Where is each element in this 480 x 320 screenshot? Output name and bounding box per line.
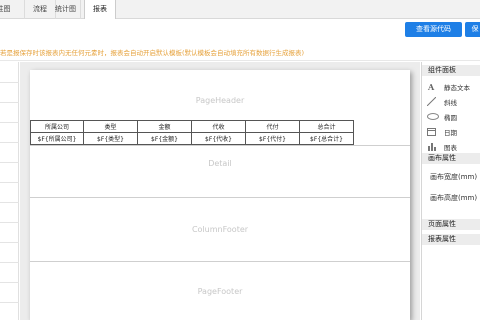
component-ellipse[interactable]: 椭圆 xyxy=(422,110,480,123)
component-static-text[interactable]: A 静态文本 xyxy=(422,80,480,93)
detail-band[interactable]: Detail xyxy=(30,146,410,198)
tab-attribute-graph[interactable]: 属性图 xyxy=(0,0,25,19)
table-field-cell[interactable]: $F{类型} xyxy=(83,132,138,145)
right-sidebar: 组件面板 A 静态文本 斜线 椭圆 日期 图表 画布属性 画布宽度(mm) 画布… xyxy=(421,62,480,320)
tab-label: 流程 xyxy=(33,5,47,13)
left-panel-divider xyxy=(0,82,19,83)
view-source-label: 查看源代码 xyxy=(416,25,451,33)
ellipse-icon xyxy=(427,112,439,121)
report-page[interactable]: PageHeader 所属公司 类型 金额 代收 代付 总合计 $F{所属公司}… xyxy=(30,70,410,320)
table-header-cell[interactable]: 所属公司 xyxy=(30,120,84,133)
warning-text: 若是报保存时该报表内无任何元素时，报表会自动开启默认模板(默认模板会自动填充所有… xyxy=(0,49,305,57)
canvas-height-label: 画布高度(mm) xyxy=(430,194,478,202)
table-header-cell[interactable]: 代付 xyxy=(245,120,300,133)
component-date[interactable]: 日期 xyxy=(422,125,480,138)
page-header-band[interactable]: PageHeader 所属公司 类型 金额 代收 代付 总合计 $F{所属公司}… xyxy=(30,70,410,146)
table-field-cell[interactable]: $F{所属公司} xyxy=(30,132,84,145)
table-field-cell[interactable]: $F{代付} xyxy=(245,132,300,145)
left-panel-divider xyxy=(0,182,19,183)
tab-statistics-chart[interactable]: 统计图 xyxy=(51,0,81,19)
static-text-icon: A xyxy=(427,82,436,92)
column-footer-label: ColumnFooter xyxy=(191,225,249,234)
canvas-properties-header[interactable]: 画布属性 xyxy=(422,153,480,164)
left-panel-divider xyxy=(0,242,19,243)
left-panel-divider xyxy=(0,262,19,263)
left-panel-divider xyxy=(0,102,19,103)
left-panel-divider xyxy=(0,122,19,123)
date-icon xyxy=(427,127,436,136)
tab-label: 统计图 xyxy=(55,5,76,13)
component-label: 图表 xyxy=(444,144,457,152)
left-panel-divider xyxy=(0,142,19,143)
table-header-cell[interactable]: 类型 xyxy=(83,120,138,133)
tab-label: 报表 xyxy=(93,5,107,13)
components-panel-header[interactable]: 组件面板 xyxy=(422,65,480,76)
left-panel-divider xyxy=(0,302,19,303)
tab-bar: 属性图 流程 统计图 报表 xyxy=(0,0,480,20)
view-source-button[interactable]: 查看源代码 xyxy=(405,22,462,37)
table-field-cell[interactable]: $F{总合计} xyxy=(299,132,354,145)
component-label: 静态文本 xyxy=(444,84,470,92)
report-table[interactable]: 所属公司 类型 金额 代收 代付 总合计 $F{所属公司} $F{类型} $F{… xyxy=(30,120,354,145)
page-properties-header[interactable]: 页面属性 xyxy=(422,219,480,230)
component-diagonal-line[interactable]: 斜线 xyxy=(422,95,480,108)
table-header-cell[interactable]: 代收 xyxy=(191,120,246,133)
save-button[interactable]: 保 xyxy=(465,22,480,37)
component-chart[interactable]: 图表 xyxy=(422,140,480,153)
table-header-cell[interactable]: 总合计 xyxy=(299,120,354,133)
warning-notice: 若是报保存时该报表内无任何元素时，报表会自动开启默认模板(默认模板会自动填充所有… xyxy=(0,40,480,61)
left-panel-divider xyxy=(0,282,19,283)
save-label: 保 xyxy=(471,25,479,33)
component-label: 椭圆 xyxy=(444,114,457,122)
diagonal-line-icon xyxy=(426,96,437,107)
left-panel-divider xyxy=(0,162,19,163)
chart-icon xyxy=(427,142,436,151)
report-properties-header[interactable]: 报表属性 xyxy=(422,234,480,245)
tab-label: 属性图 xyxy=(0,5,11,13)
tab-report[interactable]: 报表 xyxy=(84,0,116,20)
canvas-width-label: 画布宽度(mm) xyxy=(430,173,478,181)
table-header-cell[interactable]: 金额 xyxy=(137,120,192,133)
table-field-cell[interactable]: $F{金额} xyxy=(137,132,192,145)
component-label: 斜线 xyxy=(444,99,457,107)
table-header-row: 所属公司 类型 金额 代收 代付 总合计 xyxy=(30,120,354,133)
svg-text:A: A xyxy=(427,82,435,91)
detail-label: Detail xyxy=(208,159,232,168)
page-header-label: PageHeader xyxy=(195,96,245,105)
column-footer-band[interactable]: ColumnFooter xyxy=(30,198,410,262)
left-panel-divider xyxy=(0,202,19,203)
table-field-cell[interactable]: $F{代收} xyxy=(191,132,246,145)
page-footer-label: PageFooter xyxy=(197,287,243,296)
component-label: 日期 xyxy=(444,129,457,137)
page-footer-band[interactable]: PageFooter xyxy=(30,262,410,320)
left-panel xyxy=(0,62,19,320)
left-panel-divider xyxy=(0,222,19,223)
table-field-row: $F{所属公司} $F{类型} $F{金额} $F{代收} $F{代付} $F{… xyxy=(30,132,354,145)
